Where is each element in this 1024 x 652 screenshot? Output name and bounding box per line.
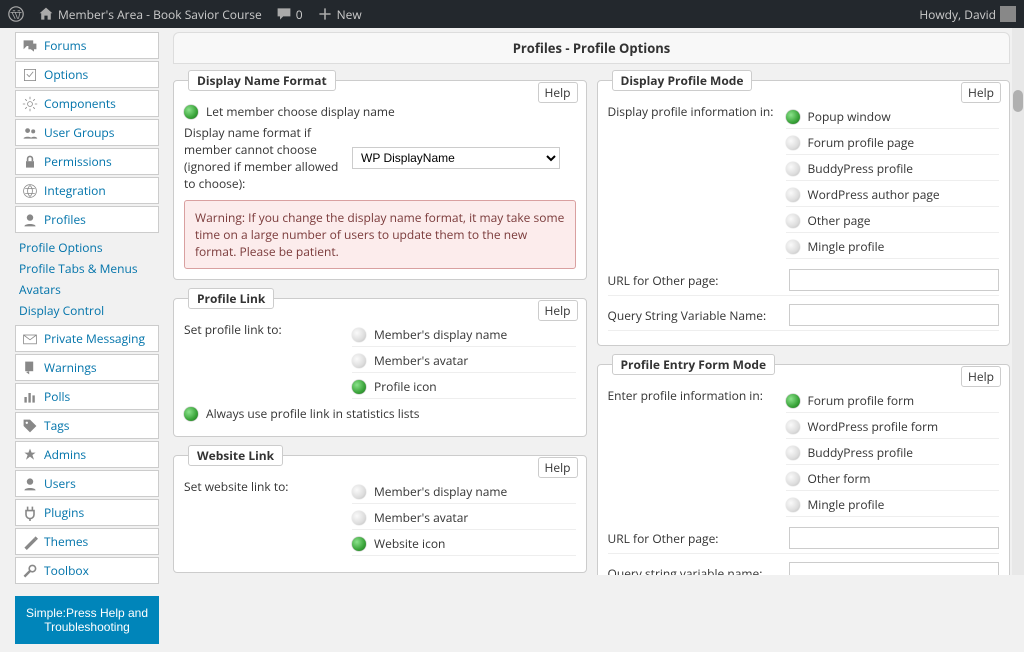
radio-other-form[interactable] (786, 472, 800, 486)
sidebar-item-usergroups[interactable]: User Groups (15, 119, 159, 146)
toggle-let-member-choose[interactable] (184, 105, 198, 119)
sidebar-item-integration[interactable]: Integration (15, 177, 159, 204)
sidebar-item-themes[interactable]: Themes (15, 528, 159, 555)
sidebar-item-polls[interactable]: Polls (15, 383, 159, 410)
help-button[interactable]: Help (538, 82, 578, 103)
radio-website-icon[interactable] (352, 537, 366, 551)
help-troubleshooting-button[interactable]: Simple:Press Help and Troubleshooting (15, 596, 159, 644)
radio-forum-page[interactable] (786, 136, 800, 150)
display-name-format-fieldset: Display Name Format Help Let member choo… (173, 70, 587, 280)
help-button[interactable]: Help (538, 300, 578, 321)
radio-buddypress[interactable] (786, 162, 800, 176)
radio-avatar[interactable] (352, 511, 366, 525)
help-button[interactable]: Help (538, 457, 578, 478)
sidebar-item-private-messaging[interactable]: Private Messaging (15, 325, 159, 352)
sidebar-item-plugins[interactable]: Plugins (15, 499, 159, 526)
toggle-always-stats[interactable] (184, 407, 198, 421)
sidebar-item-forums[interactable]: Forums (15, 32, 159, 59)
legend: Profile Entry Form Mode (612, 354, 776, 375)
entry-form-mode-fieldset: Profile Entry Form Mode Help Enter profi… (597, 354, 1011, 575)
legend: Website Link (188, 445, 283, 466)
radio-forum-form[interactable] (786, 394, 800, 408)
sidebar-item-permissions[interactable]: Permissions (15, 148, 159, 175)
site-link[interactable]: Member's Area - Book Savior Course (38, 6, 262, 23)
main-content: Profiles - Profile Options Display Name … (163, 28, 1024, 575)
sidebar-item-warnings[interactable]: Warnings (15, 354, 159, 381)
page-title: Profiles - Profile Options (173, 32, 1010, 64)
warning-message: Warning: If you change the display name … (184, 200, 576, 269)
radio-profile-icon[interactable] (352, 380, 366, 394)
other-url-input[interactable] (789, 269, 999, 291)
new-link[interactable]: New (317, 6, 362, 23)
radio-popup[interactable] (786, 110, 800, 124)
radio-display-name[interactable] (352, 485, 366, 499)
comments-link[interactable]: 0 (276, 6, 303, 23)
sublink-avatars[interactable]: Avatars (15, 279, 159, 300)
radio-display-name[interactable] (352, 328, 366, 342)
avatar (1000, 6, 1016, 22)
sublink-profile-options[interactable]: Profile Options (15, 237, 159, 258)
legend: Display Profile Mode (612, 70, 753, 91)
sidebar-item-components[interactable]: Components (15, 90, 159, 117)
display-name-format-select[interactable]: WP DisplayName (352, 147, 560, 169)
website-link-fieldset: Website Link Help Set website link to: M… (173, 445, 587, 573)
sublink-display-control[interactable]: Display Control (15, 300, 159, 321)
help-button[interactable]: Help (961, 82, 1001, 103)
display-profile-mode-fieldset: Display Profile Mode Help Display profil… (597, 70, 1011, 346)
radio-wp-form[interactable] (786, 420, 800, 434)
radio-other-page[interactable] (786, 214, 800, 228)
radio-wp-author[interactable] (786, 188, 800, 202)
radio-buddypress-form[interactable] (786, 446, 800, 460)
profile-link-fieldset: Profile Link Help Set profile link to: M… (173, 288, 587, 437)
legend: Profile Link (188, 288, 274, 309)
radio-avatar[interactable] (352, 354, 366, 368)
admin-bar: Member's Area - Book Savior Course 0 New… (0, 0, 1024, 28)
legend: Display Name Format (188, 70, 336, 91)
sidebar-item-profiles[interactable]: Profiles (15, 206, 159, 233)
entry-other-url-input[interactable] (789, 527, 999, 549)
sidebar-item-admins[interactable]: Admins (15, 441, 159, 468)
sidebar-item-options[interactable]: Options (15, 61, 159, 88)
wp-logo[interactable] (8, 6, 24, 22)
window-scrollbar[interactable] (1012, 28, 1024, 575)
qs-var-input[interactable] (789, 304, 999, 326)
radio-mingle[interactable] (786, 240, 800, 254)
account-link[interactable]: Howdy, David (919, 6, 1016, 23)
help-button[interactable]: Help (961, 366, 1001, 387)
entry-qs-var-input[interactable] (789, 562, 999, 575)
sidebar: Forums Options Components User Groups Pe… (0, 28, 163, 652)
sidebar-item-toolbox[interactable]: Toolbox (15, 557, 159, 584)
sidebar-item-tags[interactable]: Tags (15, 412, 159, 439)
radio-mingle-form[interactable] (786, 498, 800, 512)
sublink-profile-tabs[interactable]: Profile Tabs & Menus (15, 258, 159, 279)
sidebar-item-users[interactable]: Users (15, 470, 159, 497)
